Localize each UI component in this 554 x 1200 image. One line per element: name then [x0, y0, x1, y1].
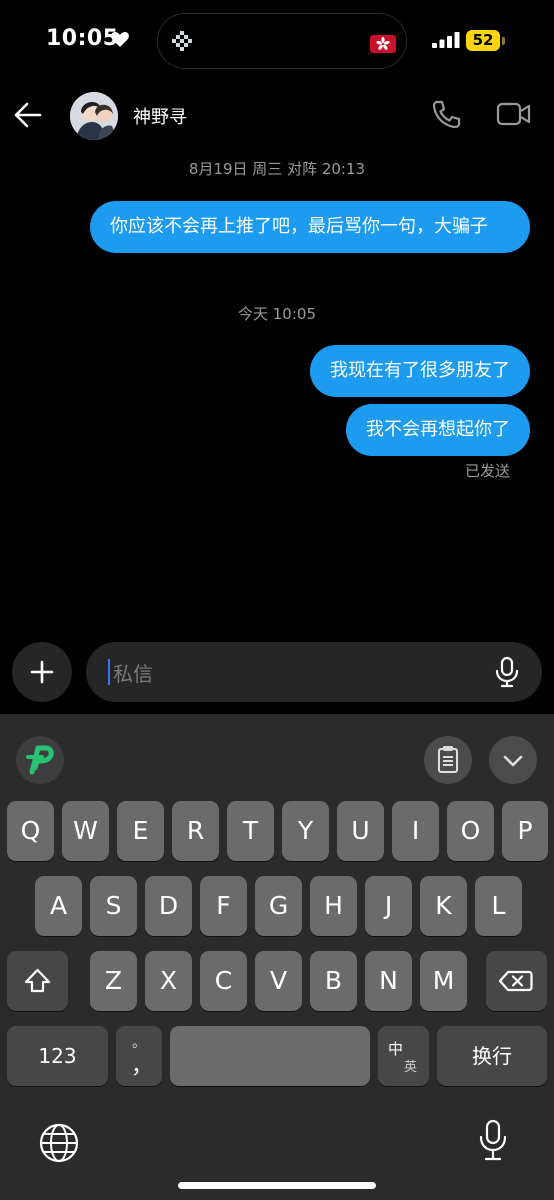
space-key[interactable]	[170, 1026, 370, 1086]
backspace-icon	[498, 970, 533, 992]
key-d[interactable]: D	[145, 876, 192, 936]
back-arrow-icon[interactable]	[12, 100, 44, 130]
key-i[interactable]: I	[392, 801, 439, 861]
key-q[interactable]: Q	[7, 801, 54, 861]
return-key[interactable]: 换行	[437, 1026, 547, 1086]
contact-avatar[interactable]	[70, 92, 118, 140]
key-u[interactable]: U	[337, 801, 384, 861]
key-n[interactable]: N	[365, 951, 412, 1011]
key-e[interactable]: E	[117, 801, 164, 861]
message-bubble[interactable]: 你应该不会再上推了吧，最后骂你一句，大骗子	[90, 201, 530, 253]
shift-key[interactable]	[7, 951, 68, 1011]
message-input[interactable]: 私信	[86, 642, 542, 702]
key-k[interactable]: K	[420, 876, 467, 936]
phone-call-icon[interactable]	[430, 98, 462, 130]
punctuation-key[interactable]: 。 ，	[116, 1026, 162, 1086]
clipboard-button[interactable]	[424, 736, 472, 784]
key-h[interactable]: H	[310, 876, 357, 936]
chat-header: 神野寻	[0, 84, 554, 146]
key-r[interactable]: R	[172, 801, 219, 861]
status-time: 10:05	[46, 26, 119, 51]
battery-tip	[502, 37, 505, 45]
heart-icon	[111, 32, 129, 47]
hong-kong-flag-icon	[370, 35, 396, 53]
cellular-signal-icon	[432, 32, 460, 48]
collapse-keyboard-button[interactable]	[489, 736, 537, 784]
message-timestamp: 今天 10:05	[238, 305, 316, 323]
key-g[interactable]: G	[255, 876, 302, 936]
key-z[interactable]: Z	[90, 951, 137, 1011]
clipboard-icon	[438, 746, 458, 773]
microphone-icon[interactable]	[494, 656, 520, 688]
shift-arrow-icon	[24, 968, 51, 993]
key-o[interactable]: O	[447, 801, 494, 861]
key-p[interactable]: P	[502, 801, 548, 861]
delivery-status: 已发送	[464, 462, 510, 480]
numbers-key[interactable]: 123	[7, 1026, 108, 1086]
dictation-microphone-icon[interactable]	[478, 1118, 508, 1162]
video-call-icon[interactable]	[496, 98, 532, 130]
keyboard: Q W E R T Y U I O P A S D F G H J K L Z …	[0, 714, 554, 1200]
key-f[interactable]: F	[200, 876, 247, 936]
text-cursor	[108, 659, 110, 685]
globe-icon[interactable]	[38, 1122, 80, 1164]
key-x[interactable]: X	[145, 951, 192, 1011]
backspace-key[interactable]	[486, 951, 547, 1011]
status-bar: 10:05 52	[0, 0, 554, 84]
message-input-placeholder: 私信	[113, 662, 153, 686]
key-a[interactable]: A	[35, 876, 82, 936]
key-j[interactable]: J	[365, 876, 412, 936]
app-activity-icon	[172, 31, 192, 51]
message-bubble[interactable]: 我现在有了很多朋友了	[310, 345, 530, 397]
language-switch-key[interactable]: 中 英	[378, 1026, 429, 1086]
battery-indicator: 52	[466, 30, 500, 51]
key-b[interactable]: B	[310, 951, 357, 1011]
chevron-down-icon	[503, 755, 523, 767]
key-v[interactable]: V	[255, 951, 302, 1011]
key-m[interactable]: M	[420, 951, 467, 1011]
key-y[interactable]: Y	[282, 801, 329, 861]
key-w[interactable]: W	[62, 801, 109, 861]
keyboard-app-logo-icon[interactable]	[16, 736, 64, 784]
punctuation-bottom: ，	[131, 1054, 154, 1079]
add-attachment-button[interactable]	[12, 642, 72, 702]
message-timestamp: 8月19日 周三 对阵 20:13	[188, 160, 366, 178]
key-s[interactable]: S	[90, 876, 137, 936]
key-l[interactable]: L	[475, 876, 522, 936]
key-c[interactable]: C	[200, 951, 247, 1011]
key-t[interactable]: T	[227, 801, 274, 861]
home-indicator	[178, 1182, 376, 1189]
dynamic-island[interactable]	[157, 13, 407, 69]
contact-name[interactable]: 神野寻	[133, 103, 187, 129]
language-chinese-label: 中	[388, 1040, 404, 1058]
language-english-label: 英	[404, 1060, 418, 1075]
message-bubble[interactable]: 我不会再想起你了	[346, 404, 530, 456]
plus-icon	[30, 660, 54, 684]
